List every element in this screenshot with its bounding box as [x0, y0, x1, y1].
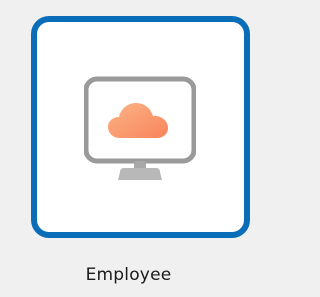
employee-app-tile[interactable]	[31, 16, 250, 238]
cloud-monitor-icon	[84, 76, 196, 180]
tile-label: Employee	[85, 265, 172, 285]
